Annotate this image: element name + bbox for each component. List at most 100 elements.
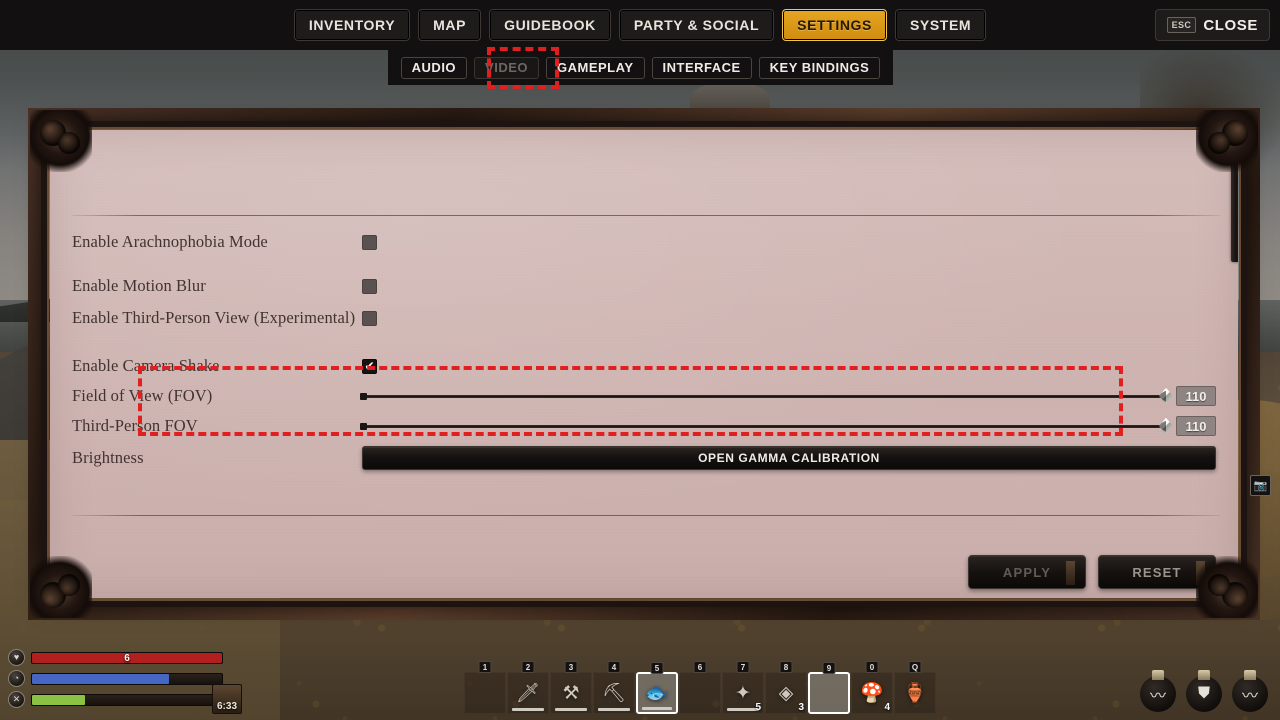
close-button[interactable]: ESC CLOSE <box>1154 9 1270 41</box>
hotbar-slot-key-4: 4 <box>607 661 621 673</box>
settings-subtab-bar: AUDIO VIDEO GAMEPLAY INTERFACE KEY BINDI… <box>388 50 893 85</box>
checkbox-arachnophobia[interactable] <box>362 234 377 250</box>
slider-track-cap-tpfov <box>360 422 367 430</box>
slider-track-cap-fov <box>360 392 367 400</box>
hotbar-item-icon-7: ✦ <box>735 682 751 704</box>
setting-label-motion-blur: Enable Motion Blur <box>72 276 206 295</box>
hotbar-durability-bar-3 <box>555 708 587 711</box>
tab-inventory[interactable]: INVENTORY <box>293 9 411 41</box>
equip-slot-right-icon[interactable]: 〰 <box>1232 676 1268 712</box>
subtab-interface[interactable]: INTERFACE <box>651 56 752 79</box>
setting-row-field-of-view[interactable]: Field of View (FOV) 110 <box>72 386 1216 407</box>
hotbar-slot-1[interactable]: 1 <box>464 661 506 714</box>
hotbar-item-icon-0: 🍄 <box>860 683 884 704</box>
stat-row-hunger: ✕ <box>8 691 223 708</box>
slider-track-line-tpfov <box>362 424 1166 428</box>
panel-corner-top-right-ornament <box>1196 110 1258 172</box>
slider-track-tpfov[interactable] <box>360 417 1173 435</box>
hotbar-slot-key-1: 1 <box>478 661 492 673</box>
tab-party-and-social[interactable]: PARTY & SOCIAL <box>618 9 775 41</box>
setting-label-field-of-view: Field of View (FOV) <box>72 386 213 405</box>
setting-row-camera-shake[interactable]: Enable Camera Shake <box>72 356 1216 376</box>
stat-row-health: ♥ 6 <box>8 649 223 666</box>
hunger-bar-fill <box>32 694 86 705</box>
player-stat-bars: ♥ 6 ◔ ✕ <box>8 649 223 712</box>
hotbar-slot-9[interactable]: 9 <box>808 662 850 714</box>
hotbar-slot-key-2: 2 <box>521 661 535 673</box>
checkbox-third-person-view[interactable] <box>362 310 377 326</box>
hotbar-slot-0[interactable]: 0 🍄 4 <box>851 661 893 714</box>
setting-row-third-person-view[interactable]: Enable Third-Person View (Experimental) <box>72 308 1216 328</box>
subtab-audio[interactable]: AUDIO <box>400 56 468 79</box>
hotbar-item-quantity-7: 5 <box>755 702 761 713</box>
setting-label-third-person-view: Enable Third-Person View (Experimental) <box>72 308 356 327</box>
hotbar-slot-2[interactable]: 2 🗡 <box>507 661 549 714</box>
hotbar-slot-3[interactable]: 3 ⚒ <box>550 661 592 714</box>
hotbar-slot-5[interactable]: 5 🐟 <box>636 662 678 714</box>
scrollbar-thumb[interactable] <box>1231 162 1238 262</box>
setting-label-brightness: Brightness <box>72 447 144 467</box>
hotbar-item-quantity-8: 3 <box>798 702 804 713</box>
tab-settings[interactable]: SETTINGS <box>782 9 887 41</box>
setting-row-motion-blur[interactable]: Enable Motion Blur <box>72 276 1216 296</box>
hotbar-slot-6[interactable]: 6 <box>679 661 721 714</box>
panel-corner-bottom-left-ornament <box>30 556 92 618</box>
top-menu-bar: INVENTORY MAP GUIDEBOOK PARTY & SOCIAL S… <box>0 0 1280 50</box>
hotbar-item-icon-5: 🐟 <box>645 683 669 704</box>
hunger-bar <box>31 693 223 706</box>
esc-key-badge: ESC <box>1166 17 1197 33</box>
setting-label-arachnophobia: Enable Arachnophobia Mode <box>72 232 268 251</box>
hotbar-item-icon-Q: 🏺 <box>903 683 927 704</box>
screenshot-camera-icon[interactable]: 📷 <box>1250 475 1271 496</box>
checkbox-camera-shake[interactable] <box>362 358 377 374</box>
game-clock: 6:33 <box>212 684 242 714</box>
divider-top <box>72 215 1220 216</box>
hotbar-item-icon-4: ⛏ <box>601 683 627 704</box>
hotbar-item-icon-2: 🗡 <box>515 683 541 704</box>
hotbar-slot-7[interactable]: 7 ✦ 5 <box>722 661 764 714</box>
hotbar-item-icon-3: ⚒ <box>562 682 580 704</box>
slider-field-of-view[interactable]: 110 <box>360 386 1216 407</box>
setting-label-third-person-fov: Third-Person FOV <box>72 416 198 435</box>
tab-map[interactable]: MAP <box>418 9 482 41</box>
equip-slot-center-icon[interactable]: ⛊ <box>1186 676 1222 712</box>
open-gamma-calibration-button[interactable]: OPEN GAMMA CALIBRATION <box>362 446 1216 470</box>
settings-list: Enable Arachnophobia Mode Enable Motion … <box>50 130 1238 598</box>
slider-track-line-fov <box>362 394 1166 398</box>
hotbar-item-quantity-0: 4 <box>884 702 890 713</box>
apply-button[interactable]: APPLY <box>968 555 1086 589</box>
hotbar: 1 2 🗡 3 ⚒ 4 ⛏ 5 🐟 6 7 ✦ 5 8 ◈ 3 9 0 🍄 4 Q 🏺 <box>464 661 936 714</box>
subtab-gameplay[interactable]: GAMEPLAY <box>546 56 645 79</box>
slider-third-person-fov[interactable]: 110 <box>360 416 1216 437</box>
hotbar-slot-key-0: 0 <box>865 661 879 673</box>
subtab-video[interactable]: VIDEO <box>474 56 540 79</box>
health-value: 6 <box>124 652 130 664</box>
settings-scrollbar[interactable] <box>1231 150 1238 420</box>
setting-row-arachnophobia[interactable]: Enable Arachnophobia Mode <box>72 232 1216 252</box>
checkbox-motion-blur[interactable] <box>362 278 377 294</box>
hotbar-slot-key-6: 6 <box>693 661 707 673</box>
panel-paper-surface: Enable Arachnophobia Mode Enable Motion … <box>50 130 1238 598</box>
settings-panel: Enable Arachnophobia Mode Enable Motion … <box>28 108 1260 620</box>
hotbar-slot-key-3: 3 <box>564 661 578 673</box>
clock-time: 6:33 <box>216 701 237 712</box>
setting-row-brightness[interactable]: Brightness OPEN GAMMA CALIBRATION <box>72 446 1216 470</box>
tab-guidebook[interactable]: GUIDEBOOK <box>489 9 611 41</box>
slider-thumb-tpfov[interactable] <box>1159 417 1173 435</box>
slider-track-fov[interactable] <box>360 387 1173 405</box>
slider-thumb-fov[interactable] <box>1159 387 1173 405</box>
equip-slot-left-icon[interactable]: 〰 <box>1140 676 1176 712</box>
hotbar-slot-4[interactable]: 4 ⛏ <box>593 661 635 714</box>
subtab-key-bindings[interactable]: KEY BINDINGS <box>758 56 881 79</box>
health-bar: 6 <box>31 651 223 664</box>
hotbar-slot-Q[interactable]: Q 🏺 <box>894 661 936 714</box>
tab-system[interactable]: SYSTEM <box>894 9 987 41</box>
setting-row-third-person-fov[interactable]: Third-Person FOV 110 <box>72 416 1216 437</box>
hotbar-durability-bar-4 <box>598 708 630 711</box>
close-label: CLOSE <box>1203 16 1258 34</box>
panel-corner-bottom-right-ornament <box>1196 556 1258 618</box>
hotbar-slot-key-8: 8 <box>779 661 793 673</box>
hunger-icon: ✕ <box>8 691 25 708</box>
hotbar-slot-key-7: 7 <box>736 661 750 673</box>
hotbar-slot-8[interactable]: 8 ◈ 3 <box>765 661 807 714</box>
